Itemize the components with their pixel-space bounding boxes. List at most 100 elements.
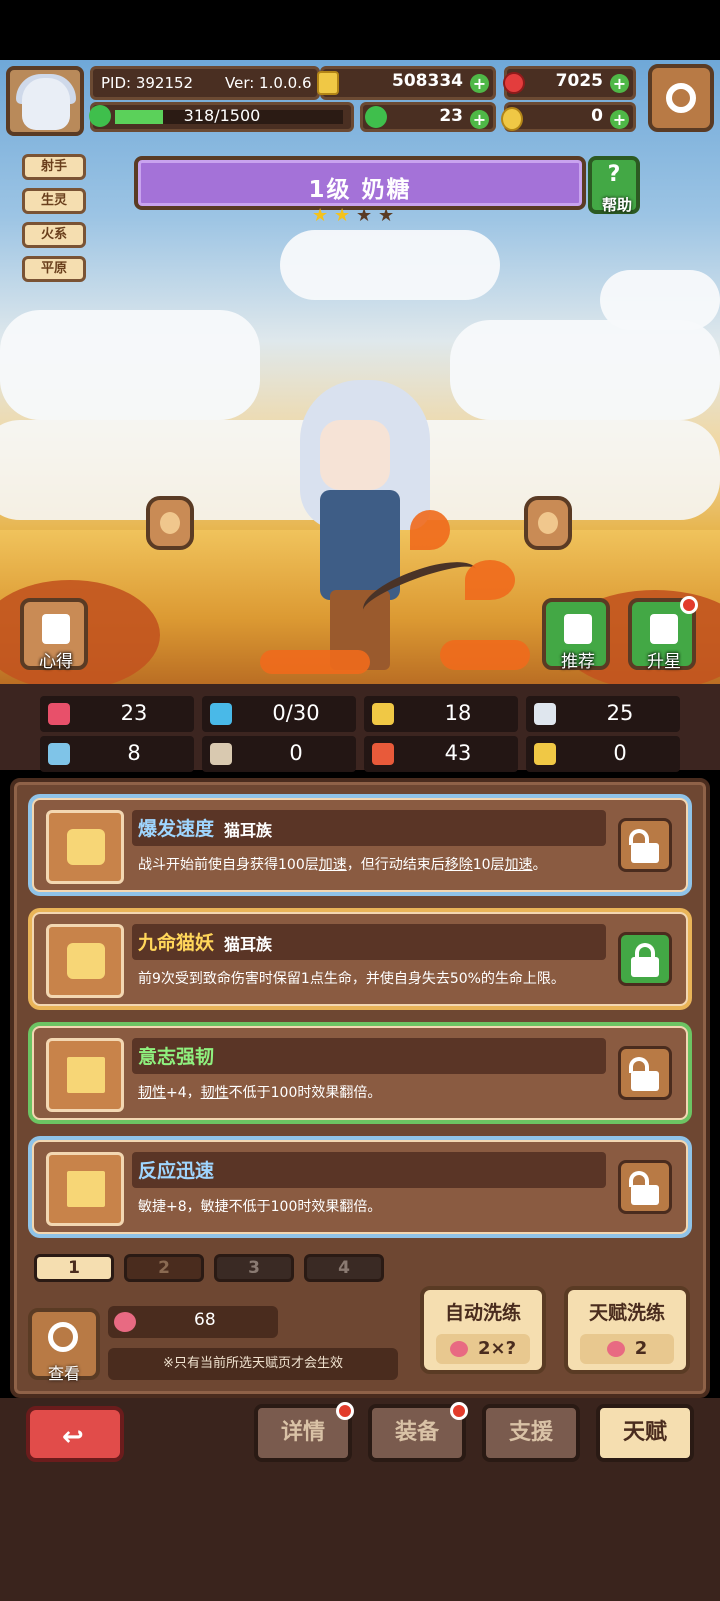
tag-class[interactable]: 射手 (22, 154, 86, 180)
talent-wash-title: 天赋洗练 (588, 1302, 665, 1324)
filled-star-icon: ★ (334, 205, 351, 226)
cat-face-icon (46, 924, 124, 998)
tag-terrain[interactable]: 平原 (22, 256, 86, 282)
talent-page-tab-4[interactable]: 4 (304, 1254, 384, 1282)
stat-mana: 0/30 (202, 696, 356, 732)
version-text: Ver: 1.0.0.6 (225, 74, 312, 92)
stat-speed: 25 (526, 696, 680, 732)
prev-hero-button[interactable] (146, 496, 194, 550)
stats-panel: 23 0/30 18 25 8 0 43 0 (0, 684, 720, 772)
thumbs-up-icon (564, 614, 592, 644)
tag-race[interactable]: 生灵 (22, 188, 86, 214)
unlocked-icon (631, 843, 659, 863)
talent-card[interactable]: 爆发速度 猫耳族 战斗开始前使自身获得100层加速，但行动结束后移除10层加速。 (28, 794, 692, 896)
lock-toggle-button[interactable] (618, 1046, 672, 1100)
back-button[interactable]: ↩ (26, 1406, 124, 1462)
filled-star-icon: ★ (312, 205, 329, 226)
hero-title: 1级 奶糖 (308, 177, 412, 203)
avatar[interactable] (6, 66, 84, 136)
stat-luck: 0 (526, 736, 680, 772)
view-button[interactable]: 查看 (28, 1308, 100, 1383)
hero-name-banner: 1级 奶糖 (134, 156, 586, 210)
status-bar (0, 0, 720, 60)
ticket-counter: 0 + (501, 102, 636, 132)
shield-icon (372, 703, 394, 725)
clover-amount: 23 (439, 106, 463, 126)
nav-details-button[interactable]: 详情 (254, 1402, 354, 1462)
stat-defense: 18 (364, 696, 518, 732)
gem-amount: 7025 (555, 71, 603, 91)
recommend-button[interactable]: 推荐 (542, 598, 610, 672)
talent-wash-cost: 2 (634, 1338, 648, 1359)
talent-name: 爆发速度 (138, 818, 215, 840)
talent-card[interactable]: 九命猫妖 猫耳族 前9次受到致命伤害时保留1点生命，并使自身失去50%的生命上限… (28, 908, 692, 1010)
recommend-label: 推荐 (561, 652, 595, 672)
coin-amount: 508334 (392, 71, 463, 91)
fruit-icon (606, 1341, 625, 1357)
fruit-counter: 68 (108, 1306, 278, 1338)
empty-star-icon: ★ (378, 205, 395, 226)
settings-button[interactable] (648, 64, 714, 132)
lock-toggle-button[interactable] (618, 932, 672, 986)
back-arrow-icon: ↩ (62, 1422, 84, 1452)
tag-element[interactable]: 火系 (22, 222, 86, 248)
add-gems-button[interactable]: + (610, 74, 629, 93)
gear-icon (666, 83, 696, 113)
gem-counter: 7025 + (503, 66, 636, 100)
talent-tribe: 猫耳族 (224, 935, 273, 954)
magnifier-icon (48, 1322, 78, 1352)
top-header: PID: 392152 Ver: 1.0.0.6 508334 + 7025 +… (0, 62, 720, 138)
stat-magic: 0 (202, 736, 356, 772)
nav-talent-button[interactable]: 天赋 (596, 1404, 694, 1462)
stat-attack: 8 (40, 736, 194, 772)
notes-button[interactable]: 心得 (20, 598, 88, 672)
pid-text: PID: 392152 (101, 74, 194, 92)
next-hero-button[interactable] (524, 496, 572, 550)
heart-icon (48, 703, 70, 725)
talent-wash-button[interactable]: 天赋洗练 2 (564, 1286, 690, 1374)
coin-counter: 508334 + (317, 66, 496, 100)
locked-icon (631, 957, 659, 977)
xp-bar: 318/1500 (89, 102, 354, 132)
ticket-icon (501, 107, 523, 131)
xp-text: 318/1500 (183, 106, 261, 125)
nav-support-button[interactable]: 支援 (482, 1404, 580, 1462)
auto-wash-button[interactable]: 自动洗练 2×? (420, 1286, 546, 1374)
talent-page-tab-2[interactable]: 2 (124, 1254, 204, 1282)
star-up-button[interactable]: 升星 (628, 596, 698, 672)
lock-toggle-button[interactable] (618, 1160, 672, 1214)
help-button[interactable]: ? 帮助 (588, 156, 640, 214)
plus-cross-icon (46, 1152, 124, 1226)
talent-page-tab-3[interactable]: 3 (214, 1254, 294, 1282)
talent-name: 意志强韧 (138, 1046, 215, 1068)
talent-desc: 敏捷+8，敏捷不低于100时效果翻倍。 (138, 1199, 382, 1215)
talent-card[interactable]: 意志强韧 韧性+4，韧性不低于100时效果翻倍。 (28, 1022, 692, 1124)
talent-card[interactable]: 反应迅速 敏捷+8，敏捷不低于100时效果翻倍。 (28, 1136, 692, 1238)
empty-star-icon: ★ (356, 205, 373, 226)
stat-armor: 43 (364, 736, 518, 772)
nav-equipment-button[interactable]: 装备 (368, 1402, 468, 1462)
talent-page-tab-1[interactable]: 1 (34, 1254, 114, 1282)
book-icon (210, 743, 232, 765)
player-info: PID: 392152 Ver: 1.0.0.6 (90, 66, 320, 100)
ticket-amount: 0 (591, 106, 603, 126)
auto-wash-title: 自动洗练 (444, 1302, 521, 1324)
add-tickets-button[interactable]: + (610, 110, 629, 129)
help-label: 帮助 (601, 196, 632, 214)
unlocked-icon (631, 1071, 659, 1091)
add-clovers-button[interactable]: + (470, 110, 489, 129)
clover-icon (365, 106, 387, 128)
fist-icon (48, 743, 70, 765)
armor-icon (372, 743, 394, 765)
add-coins-button[interactable]: + (470, 74, 489, 93)
notification-dot (450, 1402, 468, 1420)
talent-desc: 韧性+4，韧性不低于100时效果翻倍。 (138, 1085, 382, 1101)
fruit-icon (114, 1312, 136, 1332)
fruit-amount: 68 (194, 1310, 216, 1330)
notes-label: 心得 (39, 652, 73, 672)
star-up-label: 升星 (647, 652, 681, 672)
scroll-icon (42, 614, 70, 644)
lock-toggle-button[interactable] (618, 818, 672, 872)
talent-resources: 查看 68 ※只有当前所选天赋页才会生效 (28, 1300, 408, 1383)
talent-name: 反应迅速 (138, 1160, 215, 1182)
